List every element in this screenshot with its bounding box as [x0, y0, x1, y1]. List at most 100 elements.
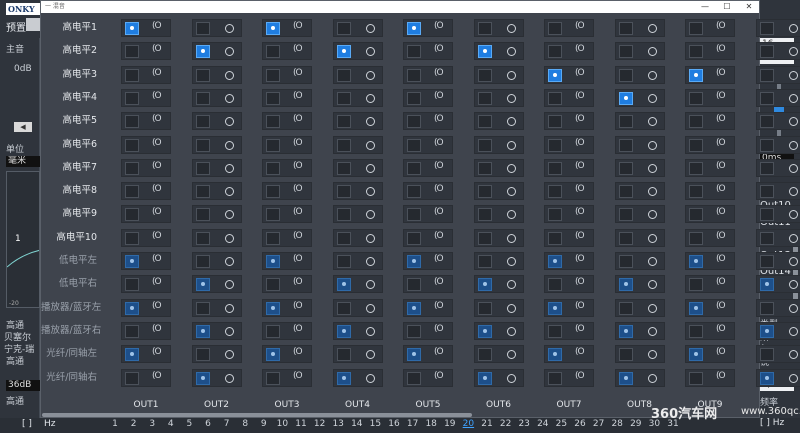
mixer-toggle[interactable]	[407, 371, 421, 385]
phase-radio[interactable]: (O	[575, 138, 585, 148]
mixer-toggle[interactable]	[266, 138, 280, 152]
channel-number[interactable]: 27	[592, 419, 606, 429]
phase-radio[interactable]: (O	[293, 347, 303, 357]
mixer-toggle[interactable]	[759, 208, 774, 222]
phase-radio[interactable]: (O	[434, 254, 444, 264]
minimize-button[interactable]: —	[697, 1, 713, 13]
phase-radio[interactable]	[224, 303, 234, 313]
phase-radio[interactable]: (O	[434, 91, 444, 101]
mixer-toggle[interactable]	[266, 208, 280, 222]
mixer-toggle[interactable]	[618, 22, 633, 35]
mixer-toggle[interactable]	[125, 161, 139, 175]
phase-radio[interactable]	[224, 47, 234, 57]
phase-radio[interactable]: (O	[293, 207, 303, 217]
phase-radio[interactable]: (O	[434, 184, 444, 194]
phase-radio[interactable]: (O	[293, 277, 303, 287]
phase-radio[interactable]	[365, 117, 375, 127]
mixer-toggle[interactable]	[548, 278, 562, 292]
phase-radio[interactable]	[647, 163, 657, 173]
phase-radio[interactable]: (O	[152, 254, 162, 264]
mixer-toggle[interactable]	[336, 324, 351, 338]
mixer-toggle[interactable]	[477, 115, 492, 129]
phase-radio[interactable]	[224, 257, 234, 266]
phase-radio[interactable]	[647, 93, 657, 103]
phase-radio[interactable]	[788, 47, 798, 57]
phase-radio[interactable]: (O	[152, 301, 162, 311]
phase-radio[interactable]	[365, 47, 375, 57]
mixer-toggle[interactable]	[477, 138, 492, 152]
phase-radio[interactable]	[224, 210, 234, 220]
mixer-toggle[interactable]	[618, 161, 633, 175]
channel-number[interactable]: 20	[461, 419, 475, 429]
mixer-toggle[interactable]	[759, 138, 774, 152]
mixer-toggle[interactable]	[689, 68, 703, 82]
mixer-toggle[interactable]	[548, 91, 562, 105]
mixer-toggle[interactable]	[477, 324, 492, 338]
mixer-toggle[interactable]	[266, 45, 280, 59]
mixer-toggle[interactable]	[477, 348, 492, 362]
phase-radio[interactable]	[224, 24, 234, 33]
phase-radio[interactable]	[647, 70, 657, 80]
phase-radio[interactable]	[224, 326, 234, 336]
phase-radio[interactable]	[506, 350, 516, 360]
phase-radio[interactable]: (O	[575, 324, 585, 334]
mixer-toggle[interactable]	[759, 324, 774, 338]
mixer-toggle[interactable]	[689, 185, 703, 199]
mixer-toggle[interactable]	[336, 45, 351, 59]
phase-radio[interactable]	[365, 326, 375, 336]
slope-select[interactable]: 36dB	[6, 380, 40, 391]
phase-radio[interactable]	[788, 140, 798, 150]
mixer-toggle[interactable]	[125, 255, 139, 268]
mixer-toggle[interactable]	[548, 68, 562, 82]
mixer-toggle[interactable]	[618, 138, 633, 152]
channel-number[interactable]: 22	[499, 419, 513, 429]
channel-number[interactable]: 25	[554, 419, 568, 429]
phase-radio[interactable]: (O	[152, 21, 162, 31]
phase-radio[interactable]	[224, 163, 234, 173]
phase-radio[interactable]: (O	[716, 301, 726, 311]
phase-radio[interactable]: (O	[575, 254, 585, 264]
mixer-toggle[interactable]	[407, 45, 421, 59]
mixer-toggle[interactable]	[195, 185, 210, 199]
mixer-toggle[interactable]	[336, 301, 351, 315]
phase-radio[interactable]	[506, 187, 516, 197]
channel-number[interactable]: 21	[480, 419, 494, 429]
mixer-toggle[interactable]	[618, 45, 633, 59]
channel-number[interactable]: 13	[331, 419, 345, 429]
mixer-toggle[interactable]	[477, 231, 492, 245]
mixer-toggle[interactable]	[407, 231, 421, 245]
mixer-toggle[interactable]	[336, 278, 351, 292]
phase-radio[interactable]	[647, 24, 657, 33]
phase-radio[interactable]	[365, 140, 375, 150]
mixer-toggle[interactable]	[407, 255, 421, 268]
mixer-toggle[interactable]	[407, 115, 421, 129]
channel-number[interactable]: 3	[145, 419, 159, 429]
phase-radio[interactable]: (O	[434, 207, 444, 217]
mixer-toggle[interactable]	[548, 208, 562, 222]
mixer-toggle[interactable]	[618, 324, 633, 338]
phase-radio[interactable]	[788, 187, 798, 197]
mixer-toggle[interactable]	[548, 348, 562, 362]
mixer-toggle[interactable]	[759, 278, 774, 292]
phase-radio[interactable]	[647, 257, 657, 266]
phase-radio[interactable]: (O	[716, 44, 726, 54]
phase-radio[interactable]: (O	[575, 207, 585, 217]
channel-number[interactable]: 15	[368, 419, 382, 429]
mixer-toggle[interactable]	[689, 115, 703, 129]
phase-radio[interactable]: (O	[293, 44, 303, 54]
mixer-toggle[interactable]	[759, 45, 774, 59]
phase-radio[interactable]	[224, 117, 234, 127]
mixer-toggle[interactable]	[548, 138, 562, 152]
mixer-toggle[interactable]	[336, 138, 351, 152]
phase-radio[interactable]	[788, 117, 798, 127]
phase-radio[interactable]: (O	[152, 138, 162, 148]
phase-radio[interactable]	[647, 280, 657, 290]
phase-radio[interactable]	[224, 70, 234, 80]
mixer-toggle[interactable]	[266, 255, 280, 268]
phase-radio[interactable]	[365, 233, 375, 243]
mixer-toggle[interactable]	[689, 278, 703, 292]
channel-number[interactable]: 1	[108, 419, 122, 429]
mixer-toggle[interactable]	[195, 115, 210, 129]
phase-radio[interactable]: (O	[293, 231, 303, 241]
mixer-toggle[interactable]	[266, 301, 280, 315]
